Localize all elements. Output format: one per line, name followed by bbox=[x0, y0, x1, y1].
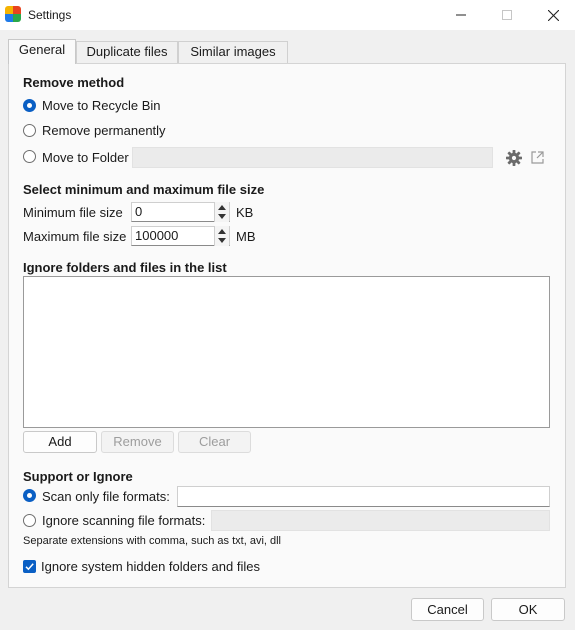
radio-ignore-formats[interactable] bbox=[23, 514, 36, 527]
ignore-formats-input[interactable] bbox=[211, 510, 550, 531]
max-size-label: Maximum file size bbox=[23, 229, 127, 244]
min-size-value: 0 bbox=[135, 204, 143, 219]
close-button[interactable] bbox=[530, 0, 575, 30]
title-bar: Settings bbox=[0, 0, 575, 30]
minimize-button[interactable] bbox=[438, 0, 484, 30]
radio-recycle-bin-label[interactable]: Move to Recycle Bin bbox=[42, 98, 161, 113]
max-size-value: 100000 bbox=[135, 228, 179, 243]
hidden-files-label[interactable]: Ignore system hidden folders and files bbox=[41, 559, 260, 574]
ignore-list-heading: Ignore folders and files in the list bbox=[23, 260, 227, 275]
remove-button[interactable]: Remove bbox=[101, 431, 174, 453]
maximize-icon bbox=[502, 10, 512, 20]
radio-move-to-folder[interactable] bbox=[23, 150, 36, 163]
general-panel: Remove method Move to Recycle Bin Remove… bbox=[8, 63, 566, 588]
ok-button[interactable]: OK bbox=[491, 598, 565, 621]
clear-button[interactable]: Clear bbox=[178, 431, 251, 453]
file-size-heading: Select minimum and maximum file size bbox=[23, 182, 265, 197]
tab-similar-images[interactable]: Similar images bbox=[178, 41, 288, 63]
ignore-list-box[interactable] bbox=[23, 276, 550, 428]
radio-scan-only[interactable] bbox=[23, 489, 36, 502]
radio-move-to-folder-label[interactable]: Move to Folder bbox=[42, 150, 129, 165]
window-title: Settings bbox=[28, 8, 72, 22]
max-size-spinner[interactable] bbox=[214, 226, 229, 246]
tab-general[interactable]: General bbox=[8, 39, 76, 64]
radio-scan-only-label[interactable]: Scan only file formats: bbox=[42, 489, 170, 504]
open-external-icon[interactable] bbox=[530, 150, 545, 168]
tab-duplicate-files[interactable]: Duplicate files bbox=[76, 41, 178, 63]
checkmark-icon bbox=[25, 563, 34, 571]
radio-ignore-formats-label[interactable]: Ignore scanning file formats: bbox=[42, 513, 205, 528]
radio-remove-permanently-label[interactable]: Remove permanently bbox=[42, 123, 166, 138]
add-button[interactable]: Add bbox=[23, 431, 97, 453]
app-logo-icon bbox=[5, 6, 21, 22]
minimize-icon bbox=[456, 14, 466, 16]
support-heading: Support or Ignore bbox=[23, 469, 133, 484]
min-size-unit: KB bbox=[236, 205, 254, 220]
maximize-button bbox=[484, 0, 530, 30]
extensions-hint: Separate extensions with comma, such as … bbox=[23, 535, 282, 547]
close-icon bbox=[548, 10, 559, 21]
min-size-input[interactable]: 0 bbox=[131, 202, 230, 222]
remove-method-heading: Remove method bbox=[23, 75, 125, 90]
min-size-label: Minimum file size bbox=[23, 205, 123, 220]
hidden-files-checkbox[interactable] bbox=[23, 560, 36, 573]
cancel-button[interactable]: Cancel bbox=[411, 598, 484, 621]
gear-icon[interactable] bbox=[505, 149, 523, 170]
folder-path-input[interactable] bbox=[132, 147, 493, 168]
radio-recycle-bin[interactable] bbox=[23, 99, 36, 112]
scan-formats-input[interactable] bbox=[177, 486, 550, 507]
radio-remove-permanently[interactable] bbox=[23, 124, 36, 137]
max-size-unit: MB bbox=[236, 229, 256, 244]
max-size-input[interactable]: 100000 bbox=[131, 226, 230, 246]
min-size-spinner[interactable] bbox=[214, 202, 229, 222]
